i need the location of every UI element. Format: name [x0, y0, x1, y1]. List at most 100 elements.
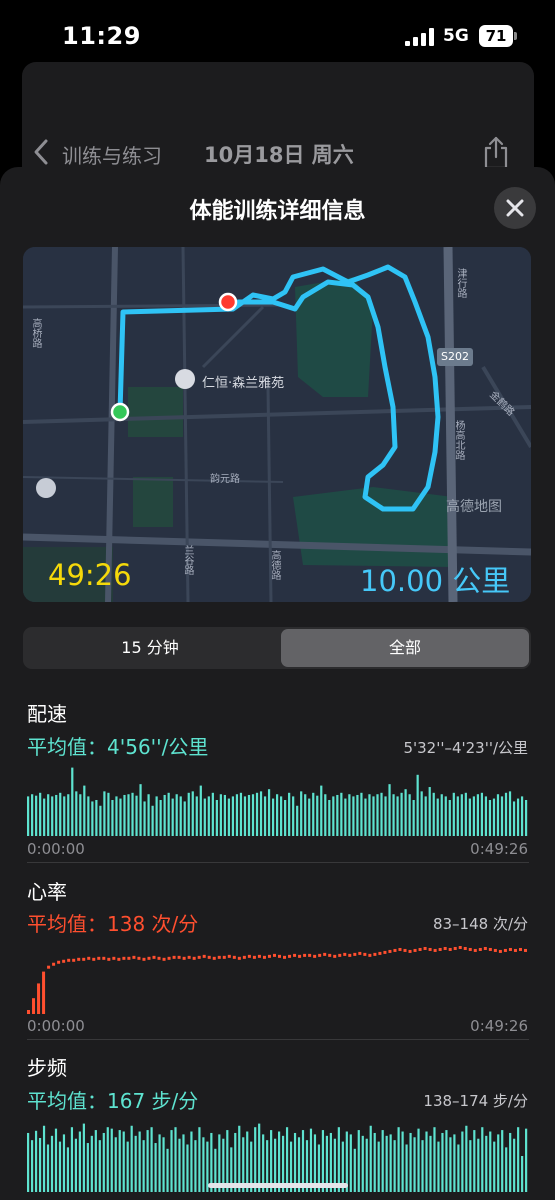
heart-rate-point: [187, 955, 191, 959]
map-road-label: 杨高北路: [453, 420, 464, 460]
map-road-label: 兰谷路: [182, 545, 193, 575]
heart-rate-point: [323, 952, 327, 956]
close-icon: [506, 199, 524, 217]
map-road-label: 韵元路: [210, 474, 240, 485]
heart-rate-point: [157, 956, 161, 960]
cadence-bar: [405, 1144, 408, 1192]
cadence-bar: [393, 1140, 396, 1192]
pace-bar: [271, 798, 275, 836]
pace-bar: [267, 789, 271, 836]
heart-rate-point: [398, 947, 402, 951]
pace-bar: [424, 796, 427, 836]
pace-bar: [488, 800, 492, 836]
cadence-bar: [425, 1131, 428, 1192]
pace-bar: [500, 796, 504, 836]
heart-rate-point: [438, 947, 442, 951]
pace-bar: [376, 794, 379, 836]
heart-rate-point: [122, 956, 126, 960]
pace-bar: [99, 805, 102, 836]
cadence-bar: [497, 1134, 500, 1192]
cadence-title: 步频: [27, 1056, 67, 1080]
pace-bar: [63, 796, 66, 836]
pace-bar: [432, 792, 435, 836]
heart-rate-point: [513, 948, 517, 952]
cadence-bar: [493, 1141, 496, 1192]
pace-range: 5'32''–4'23''/公里: [403, 739, 528, 757]
pace-bar: [151, 805, 154, 836]
heart-rate-point: [403, 948, 407, 952]
cadence-bar: [62, 1134, 66, 1192]
heart-rate-axis-start: 0:00:00: [27, 1017, 85, 1035]
cadence-bar: [465, 1125, 468, 1192]
pace-bar: [231, 796, 235, 836]
pace-bar: [155, 796, 158, 836]
heart-rate-point: [152, 955, 156, 959]
pace-bar: [520, 796, 524, 836]
pace-bar: [59, 792, 62, 836]
pace-bar: [139, 784, 142, 836]
pace-bar: [39, 792, 42, 836]
pace-bar: [364, 798, 367, 836]
heart-rate-point: [418, 947, 422, 951]
heart-rate-point: [363, 952, 367, 956]
cadence-bar: [130, 1125, 133, 1192]
pace-bar: [67, 794, 70, 836]
pace-bar: [460, 794, 463, 836]
map-watermark: 高德地图: [446, 499, 502, 515]
cadence-bar: [361, 1135, 364, 1192]
pace-bar: [512, 801, 516, 836]
pace-bar: [171, 798, 174, 836]
pace-bar: [203, 798, 206, 836]
start-marker: [110, 402, 130, 422]
pace-bar: [71, 767, 74, 836]
pace-chart[interactable]: [27, 762, 529, 836]
cadence-bar: [146, 1130, 149, 1192]
chevron-left-icon[interactable]: [33, 138, 49, 166]
pace-bar: [472, 796, 475, 836]
cadence-bar: [27, 1132, 30, 1192]
close-button[interactable]: [494, 187, 536, 229]
pace-bar: [163, 794, 166, 836]
highway-badge: S202: [437, 348, 473, 366]
heart-rate-point: [142, 957, 146, 961]
end-marker: [218, 292, 238, 312]
pace-bar: [123, 794, 126, 836]
heart-rate-point: [137, 956, 141, 960]
pace-bar: [55, 794, 58, 836]
heart-rate-point: [358, 951, 362, 955]
heart-rate-point: [378, 951, 382, 955]
pace-bar: [360, 792, 363, 836]
share-icon[interactable]: [482, 136, 510, 170]
cadence-bar: [134, 1135, 137, 1192]
pace-bar: [111, 800, 114, 836]
cadence-bar: [377, 1141, 380, 1192]
back-button[interactable]: 训练与练习: [62, 140, 162, 169]
cadence-bar: [82, 1123, 85, 1192]
cadence-bar: [485, 1135, 488, 1192]
pace-axis-end: 0:49:26: [470, 840, 528, 858]
heart-rate-point: [413, 948, 417, 952]
heart-rate-point: [518, 947, 522, 951]
heart-rate-point: [343, 952, 347, 956]
heart-rate-point: [42, 971, 46, 1014]
pace-bar: [259, 791, 263, 836]
pace-bar: [484, 796, 488, 836]
cadence-range: 138–174 步/分: [423, 1092, 528, 1110]
cadence-bar: [42, 1125, 46, 1192]
segment-15-min[interactable]: 15 分钟: [23, 627, 277, 669]
pace-bar: [227, 798, 231, 836]
pace-bar: [239, 792, 243, 836]
cellular-signal-icon: [405, 28, 437, 46]
heart-rate-point: [82, 957, 86, 961]
cadence-bar: [30, 1140, 34, 1192]
pace-bar: [492, 798, 496, 836]
heart-rate-point: [57, 960, 61, 964]
cadence-chart[interactable]: [27, 1118, 529, 1192]
segment-all[interactable]: 全部: [281, 629, 529, 667]
heart-rate-point: [308, 953, 312, 957]
home-indicator[interactable]: [208, 1183, 348, 1188]
cadence-bar: [126, 1141, 129, 1192]
heart-rate-chart[interactable]: [27, 938, 529, 1014]
heart-rate-point: [237, 956, 241, 960]
pace-bar: [159, 800, 162, 836]
